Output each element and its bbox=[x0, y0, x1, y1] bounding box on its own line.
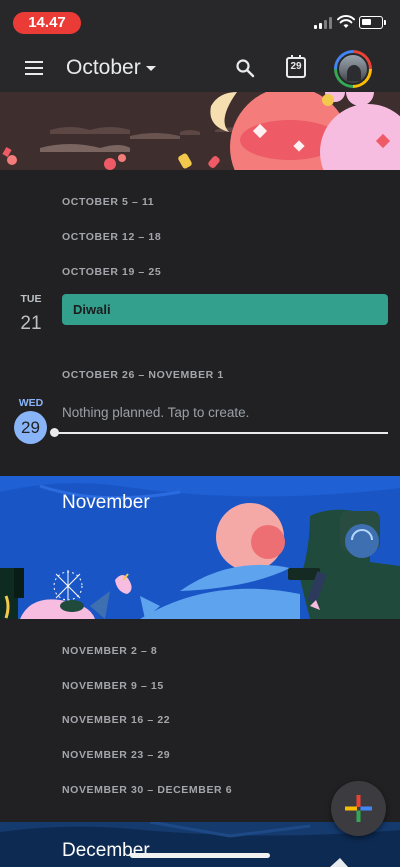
november-banner: November bbox=[0, 476, 400, 619]
status-bar: 14.47 bbox=[0, 0, 400, 44]
nothing-planned-text[interactable]: Nothing planned. Tap to create. bbox=[62, 405, 249, 420]
current-time-indicator-line bbox=[55, 432, 388, 434]
week-header-nov-30: NOVEMBER 30 – DECEMBER 6 bbox=[62, 784, 233, 796]
event-diwali[interactable]: Diwali bbox=[62, 294, 388, 325]
cellular-signal-icon bbox=[314, 17, 334, 29]
today-icon[interactable]: 29 bbox=[286, 55, 306, 78]
week-header-nov-9: NOVEMBER 9 – 15 bbox=[62, 680, 164, 692]
day-number-21[interactable]: 21 bbox=[11, 313, 51, 335]
month-title[interactable]: October bbox=[66, 56, 141, 80]
october-illustration bbox=[0, 92, 400, 170]
december-title: December bbox=[62, 840, 150, 861]
plus-icon bbox=[345, 795, 372, 822]
today-date-circle[interactable]: 29 bbox=[14, 411, 47, 444]
november-title: November bbox=[62, 492, 150, 513]
day-of-week-wed: WED bbox=[18, 397, 44, 409]
create-event-button[interactable] bbox=[331, 781, 386, 836]
week-header-nov-16: NOVEMBER 16 – 22 bbox=[62, 714, 171, 726]
wifi-icon bbox=[337, 15, 355, 28]
week-header-oct-26: OCTOBER 26 – NOVEMBER 1 bbox=[62, 369, 224, 381]
battery-icon bbox=[359, 16, 386, 29]
avatar-photo bbox=[337, 53, 369, 85]
week-header-nov-2: NOVEMBER 2 – 8 bbox=[62, 645, 158, 657]
day-of-week-tue: TUE bbox=[20, 293, 42, 305]
app-bar: October 29 bbox=[0, 44, 400, 92]
october-banner bbox=[0, 92, 400, 170]
week-header-oct-12: OCTOBER 12 – 18 bbox=[62, 231, 162, 243]
week-header-oct-19: OCTOBER 19 – 25 bbox=[62, 266, 162, 278]
status-time: 14.47 bbox=[13, 12, 81, 34]
menu-icon[interactable] bbox=[25, 61, 43, 75]
chevron-down-icon[interactable] bbox=[146, 66, 156, 71]
avatar[interactable] bbox=[334, 50, 372, 88]
november-illustration bbox=[0, 476, 400, 619]
home-indicator[interactable] bbox=[130, 853, 270, 858]
week-header-oct-5: OCTOBER 5 – 11 bbox=[62, 196, 155, 208]
week-header-nov-23: NOVEMBER 23 – 29 bbox=[62, 749, 171, 761]
search-icon[interactable] bbox=[235, 58, 255, 78]
